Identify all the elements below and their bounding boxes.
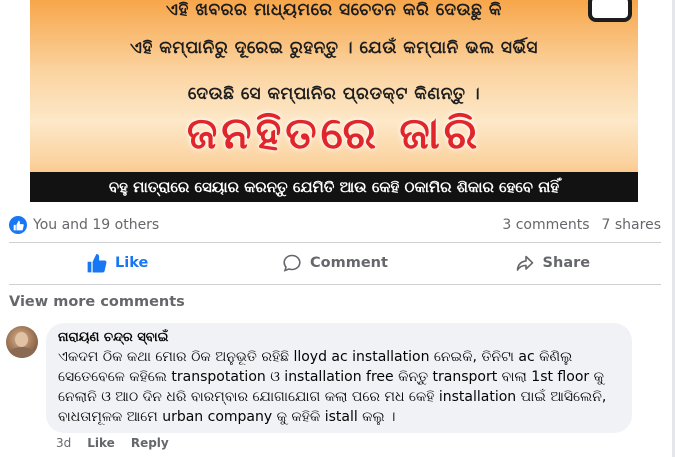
comment-text: ଏକଦମ ଠିକ କଥା ମୋର ଠିକ ଅନୁଭୂତି ରହିଛି lloyd… — [58, 349, 607, 425]
comments-count[interactable]: 3 comments — [502, 217, 589, 233]
avatar[interactable] — [6, 326, 38, 358]
image-banner: ବହୁ ମାତ୍ରାରେ ସେୟାର କରନ୍ତୁ ଯେମିତି ଆଉ କେହି… — [30, 172, 638, 202]
like-reaction-icon[interactable] — [9, 216, 27, 234]
comment-button-label: Comment — [310, 255, 388, 271]
comment-timestamp[interactable]: 3d — [56, 436, 71, 450]
reactions-summary-text[interactable]: You and 19 others — [33, 217, 159, 233]
avatar-face — [15, 332, 28, 347]
post-image[interactable]: ଏହି ଖବରର ମାଧ୍ୟମରେ ସଚେତନ କରି ଦେଉଛୁ କି ଏହି… — [30, 0, 638, 202]
comment-author[interactable]: ନାରାୟଣ ଚନ୍ଦ୍ର ସ୍ବାଇଁ — [58, 329, 620, 347]
comment-button[interactable]: Comment — [226, 247, 443, 279]
comment-bubble: ନାରାୟଣ ଚନ୍ଦ୍ର ସ୍ବାଇଁ ଏକଦମ ଠିକ କଥା ମୋର ଠି… — [46, 323, 632, 433]
shares-count[interactable]: 7 shares — [602, 217, 661, 233]
image-text-line-2: ଏହି କମ୍ପାନିରୁ ଦୂରେଇ ରୁହନ୍ତୁ । ଯେଉଁ କମ୍ପା… — [130, 38, 538, 58]
image-text-line-3: ଦେଉଛି ସେ କମ୍ପାନିର ପ୍ରଡକ୍ଟ କିଣନ୍ତୁ । — [187, 84, 481, 104]
thumbs-up-icon — [87, 253, 115, 273]
image-corner-graphic — [588, 0, 632, 22]
like-button-label: Like — [115, 255, 149, 271]
view-more-comments-link[interactable]: View more comments — [9, 294, 185, 310]
avatar-body — [8, 347, 36, 358]
image-text-line-1: ଏହି ଖବରର ମାଧ୍ୟମରେ ସଚେତନ କରି ଦେଉଛୁ କି — [166, 0, 502, 20]
comment-meta: 3d Like Reply — [56, 436, 169, 450]
divider — [9, 242, 661, 243]
comment-reply-link[interactable]: Reply — [131, 436, 169, 450]
speech-bubble-icon — [282, 253, 310, 273]
divider — [9, 284, 661, 285]
post-actions-bar: Like Comment Share — [9, 247, 661, 279]
share-button-label: Share — [542, 255, 591, 271]
reactions-summary-row: You and 19 others 3 comments 7 shares — [9, 214, 661, 236]
like-button[interactable]: Like — [9, 247, 226, 279]
image-headline: ଜନହିତରେ ଜାରି — [186, 108, 482, 159]
share-button[interactable]: Share — [444, 247, 661, 279]
share-arrow-icon — [515, 253, 543, 273]
comment-like-link[interactable]: Like — [87, 436, 115, 450]
